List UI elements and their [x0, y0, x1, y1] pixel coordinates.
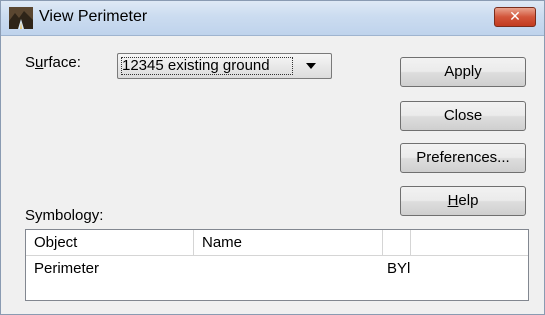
- close-icon: ✕: [509, 9, 521, 25]
- help-button[interactable]: Help: [400, 186, 526, 216]
- terrain-app-icon: [9, 7, 33, 29]
- surface-dropdown[interactable]: 12345 existing ground: [117, 53, 332, 79]
- column-header-value[interactable]: [383, 230, 411, 256]
- surface-selected-value: 12345 existing ground: [122, 57, 270, 74]
- column-header-name[interactable]: Name: [194, 230, 383, 256]
- apply-button[interactable]: Apply: [400, 57, 526, 87]
- column-header-filler: [411, 230, 528, 256]
- symbology-label: Symbology:: [25, 207, 104, 224]
- cell-value: BYl: [387, 260, 411, 277]
- surface-label: Surface:: [25, 54, 81, 71]
- cell-object: Perimeter: [34, 260, 100, 277]
- view-perimeter-dialog: View Perimeter ✕ Surface: 12345 existing…: [0, 0, 545, 315]
- window-title: View Perimeter: [39, 8, 148, 25]
- title-bar: View Perimeter ✕: [1, 1, 544, 36]
- window-close-button[interactable]: ✕: [494, 7, 536, 27]
- symbology-list[interactable]: Object Name Perimeter BYl: [25, 229, 529, 301]
- close-button[interactable]: Close: [400, 101, 526, 131]
- chevron-down-icon: [306, 63, 316, 69]
- column-header-object[interactable]: Object: [26, 230, 194, 256]
- preferences-button[interactable]: Preferences...: [400, 143, 526, 173]
